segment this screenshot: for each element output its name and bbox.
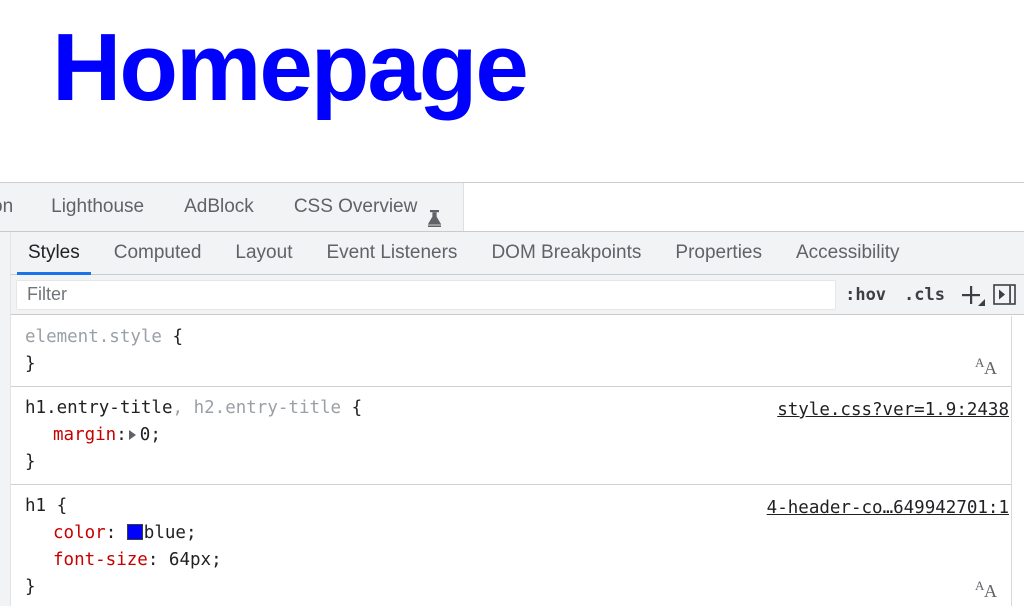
font-editor-button[interactable]: A A: [973, 577, 1003, 603]
tab-styles[interactable]: Styles: [11, 232, 97, 275]
hov-label: :hov: [845, 284, 887, 305]
tab-label: DOM Breakpoints: [491, 242, 642, 263]
css-rules-pane: element.style { } A A style.css?ver=1.9:…: [11, 316, 1024, 606]
declaration-terminator: ;: [211, 550, 222, 570]
tab-label: Accessibility: [796, 242, 900, 263]
cls-label: .cls: [904, 284, 945, 305]
css-declaration-font-size[interactable]: font-size: 64px;: [11, 547, 1023, 574]
main-tab-application[interactable]: on: [0, 183, 31, 231]
property-value[interactable]: 0: [140, 425, 151, 445]
show-computed-sidebar-button[interactable]: [988, 280, 1020, 310]
selector-unmatched: , h2.entry-title: [172, 398, 342, 418]
filter-input[interactable]: [16, 279, 837, 310]
property-separator: :: [105, 523, 117, 543]
expand-shorthand-icon[interactable]: [128, 430, 136, 440]
rule-close-brace: }: [11, 351, 1023, 378]
styles-filter-toolbar: :hov .cls: [11, 275, 1024, 315]
close-brace: }: [25, 577, 36, 597]
main-tab-label: AdBlock: [184, 196, 254, 217]
font-editor-icon: A A: [975, 355, 997, 378]
open-brace: {: [341, 398, 363, 418]
page-title: Homepage: [52, 14, 529, 121]
styles-panel: Styles Computed Layout Event Listeners D…: [10, 232, 1024, 606]
declaration-terminator: ;: [150, 425, 161, 445]
main-tab-label: on: [0, 196, 14, 217]
toggle-element-classes-button[interactable]: .cls: [895, 280, 954, 310]
close-brace: }: [25, 354, 36, 374]
tab-computed[interactable]: Computed: [97, 232, 219, 274]
svg-text:A: A: [984, 358, 997, 378]
property-value[interactable]: blue: [144, 523, 186, 543]
open-brace: {: [161, 327, 184, 347]
svg-text:A: A: [984, 581, 997, 601]
main-tab-css-overview[interactable]: CSS Overview: [274, 183, 464, 231]
rule-selector-line[interactable]: element.style {: [11, 324, 1023, 351]
property-name: color: [53, 523, 106, 543]
chevron-down-icon: [978, 298, 985, 306]
tab-label: Computed: [113, 242, 202, 263]
tab-dom-breakpoints[interactable]: DOM Breakpoints: [474, 232, 658, 274]
color-swatch[interactable]: [126, 524, 143, 540]
font-editor-button[interactable]: A A: [973, 354, 1003, 380]
rule-close-brace: }: [11, 574, 1023, 601]
tab-accessibility[interactable]: Accessibility: [779, 232, 916, 274]
close-brace: }: [25, 452, 36, 472]
main-tabbar-empty-space: [463, 183, 1024, 231]
tab-label: Styles: [28, 242, 80, 263]
main-tab-adblock[interactable]: AdBlock: [164, 183, 274, 231]
rule-close-brace: }: [11, 449, 1023, 476]
devtools-window: on Lighthouse AdBlock CSS Overview: [0, 182, 1024, 606]
rules-pane-scrollbar[interactable]: [1011, 316, 1024, 606]
tab-properties[interactable]: Properties: [658, 232, 779, 274]
declaration-terminator: ;: [185, 523, 197, 543]
font-editor-icon: A A: [975, 578, 997, 601]
tab-label: Event Listeners: [326, 242, 458, 263]
tab-event-listeners[interactable]: Event Listeners: [309, 232, 474, 274]
flask-icon: [426, 199, 443, 227]
tab-label: Layout: [235, 242, 293, 263]
devtools-main-tabbar: on Lighthouse AdBlock CSS Overview: [0, 183, 1024, 232]
selector-matched: h1: [25, 496, 47, 516]
property-separator: :: [147, 550, 159, 570]
css-declaration-margin[interactable]: margin: 0;: [11, 422, 1023, 449]
property-name: font-size: [53, 550, 148, 570]
stylesheet-origin-link[interactable]: style.css?ver=1.9:2438: [777, 397, 1009, 424]
css-declaration-color[interactable]: color: blue;: [11, 520, 1023, 547]
property-name: margin: [53, 425, 117, 445]
css-rule-h1: 4-header-co…649942701:1 h1 { color: blue…: [11, 485, 1023, 606]
stylesheet-origin-link[interactable]: 4-header-co…649942701:1: [767, 495, 1009, 522]
browser-screen: Homepage on Lighthouse AdBlock CSS Overv…: [0, 0, 1024, 606]
css-rule-element-style: element.style { } A A: [11, 316, 1023, 387]
tab-layout[interactable]: Layout: [218, 232, 309, 274]
main-tab-lighthouse[interactable]: Lighthouse: [31, 183, 164, 231]
page-viewport: Homepage: [0, 0, 1024, 182]
styles-panel-tabbar: Styles Computed Layout Event Listeners D…: [11, 232, 1024, 275]
css-rule-entry-title: style.css?ver=1.9:2438 h1.entry-title, h…: [11, 387, 1023, 485]
property-value[interactable]: 64px: [169, 550, 211, 570]
property-separator: :: [116, 425, 127, 445]
show-computed-sidebar-icon: [992, 284, 1016, 305]
toggle-pseudo-states-button[interactable]: :hov: [836, 280, 895, 310]
main-tab-label: CSS Overview: [293, 196, 418, 217]
selector-text: element.style: [25, 327, 162, 347]
selector-matched: h1.entry-title: [25, 398, 173, 418]
tab-label: Properties: [675, 242, 762, 263]
main-tab-label: Lighthouse: [51, 196, 145, 217]
open-brace: {: [46, 496, 68, 516]
new-style-rule-button[interactable]: [954, 280, 988, 310]
